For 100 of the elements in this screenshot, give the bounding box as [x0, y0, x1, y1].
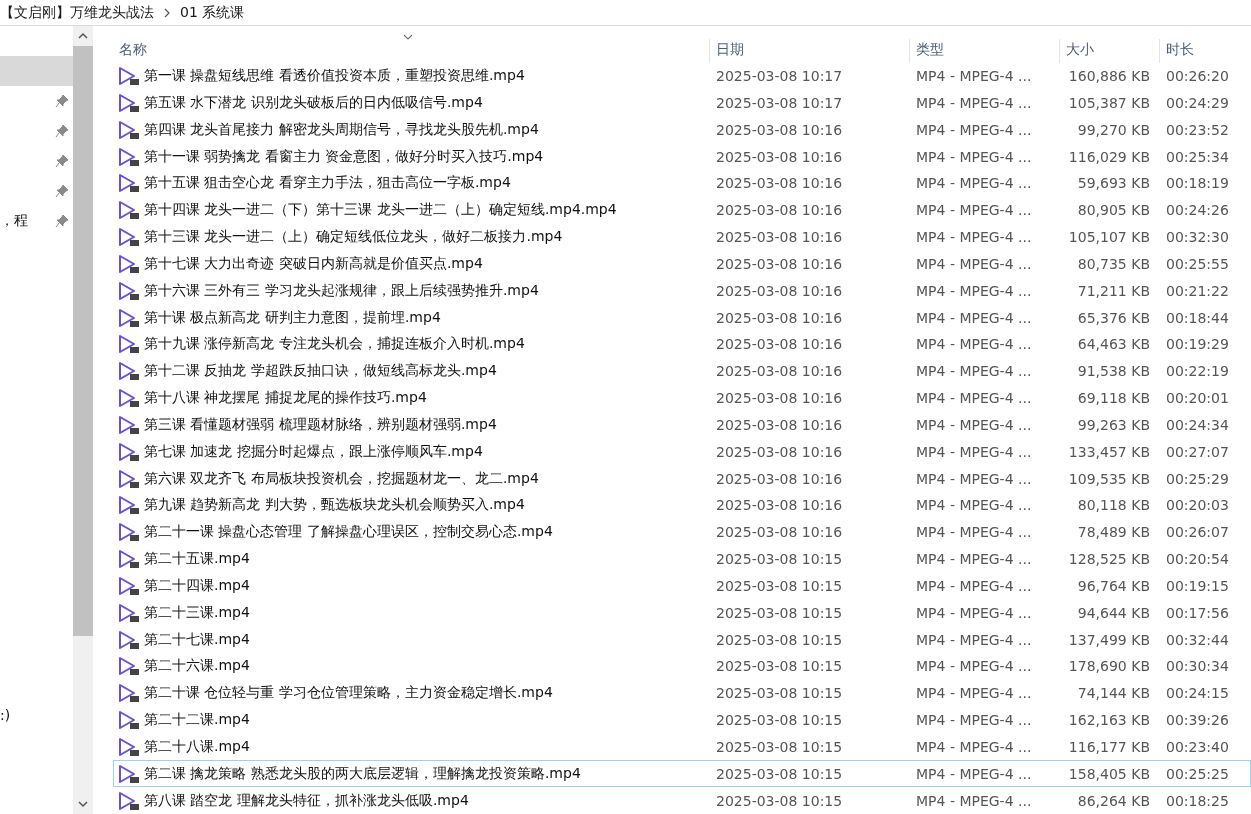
file-duration: 00:23:40 — [1165, 738, 1230, 755]
file-row[interactable]: 第二课 擒龙策略 熟悉龙头股的两大底层逻辑，理解擒龙投资策略.mp4 2025-03-08 10:15 MP4 - MPEG-4 ... 158,405 KB 00:25:25 — [113, 760, 1251, 788]
file-row[interactable]: 第二十七课.mp4 2025-03-08 10:15 MP4 - MPEG-4 ... 137,499 KB 00:32:44 — [113, 626, 1251, 653]
file-duration: 00:24:34 — [1165, 416, 1230, 433]
file-type: MP4 - MPEG-4 ... — [915, 497, 1033, 514]
column-header[interactable]: 大小 — [1059, 38, 1159, 63]
file-name: 第五课 水下潜龙 识别龙头破板后的日内低吸信号.mp4 — [144, 94, 483, 112]
file-row[interactable]: 第十二课 反抽龙 学超跌反抽口诀，做短线高标龙头.mp4 2025-03-08 10:16 MP4 - MPEG-4 ... 91,538 KB 00:22:19 — [113, 357, 1251, 385]
file-row[interactable]: 第九课 趋势新高龙 判大势，甄选板块龙头机会顺势买入.mp4 2025-03-08 10:16 MP4 - MPEG-4 ... 80,118 KB 00:20:03 — [113, 492, 1251, 519]
file-date: 2025-03-08 10:16 — [715, 175, 844, 192]
video-file-icon — [118, 307, 140, 328]
column-header[interactable]: 日期 — [709, 38, 909, 63]
file-name: 第一课 操盘短线思维 看透价值投资本质，重塑投资思维.mp4 — [144, 67, 525, 86]
video-file-icon — [118, 227, 140, 248]
video-file-icon — [118, 200, 140, 221]
file-row[interactable]: 第四课 龙头首尾接力 解密龙头周期信号，寻找龙头股先机.mp4 2025-03-08 10:16 MP4 - MPEG-4 ... 99,270 KB 00:23:52 — [113, 116, 1251, 144]
file-name: 第六课 双龙齐飞 布局板块投资机会，挖掘题材龙一、龙二.mp4 — [144, 469, 539, 488]
video-file-icon — [118, 66, 140, 87]
file-date: 2025-03-08 10:15 — [715, 631, 844, 648]
scroll-up-icon[interactable] — [78, 32, 88, 40]
scrollbar[interactable] — [73, 26, 93, 814]
file-duration: 00:17:56 — [1165, 604, 1230, 621]
file-duration: 00:25:55 — [1165, 255, 1230, 272]
file-size: 133,457 KB — [1067, 443, 1151, 460]
file-row[interactable]: 第二十三课.mp4 2025-03-08 10:15 MP4 - MPEG-4 ... 94,644 KB 00:17:56 — [113, 599, 1251, 627]
file-name: 第二十五课.mp4 — [144, 550, 250, 569]
video-file-icon — [118, 119, 140, 140]
scroll-down-icon[interactable] — [78, 800, 88, 808]
file-size: 178,690 KB — [1067, 658, 1151, 675]
file-row[interactable]: 第十三课 龙头一进二（上）确定短线低位龙头，做好二板接力.mp4 2025-03-08 10:16 MP4 - MPEG-4 ... 105,107 KB 00:32:30 — [113, 223, 1251, 251]
file-size: 116,029 KB — [1067, 148, 1151, 165]
file-row[interactable]: 第二十五课.mp4 2025-03-08 10:15 MP4 - MPEG-4 ... 128,525 KB 00:20:54 — [113, 545, 1251, 573]
video-file-icon — [118, 736, 140, 757]
breadcrumb-item[interactable]: 【文启刚】万维龙头战法 — [0, 3, 154, 22]
column-header[interactable]: 类型 — [909, 38, 1059, 63]
file-type: MP4 - MPEG-4 ... — [915, 336, 1033, 353]
column-header[interactable]: 名称 — [113, 38, 709, 63]
file-type: MP4 - MPEG-4 ... — [915, 390, 1033, 407]
video-file-icon — [118, 549, 140, 570]
nav-item-label[interactable]: :) — [0, 707, 11, 723]
file-type: MP4 - MPEG-4 ... — [915, 443, 1033, 460]
file-row[interactable]: 第十七课 大力出奇迹 突破日内新高就是价值买点.mp4 2025-03-08 10:16 MP4 - MPEG-4 ... 80,735 KB 00:25:55 — [113, 250, 1251, 278]
file-duration: 00:32:30 — [1165, 229, 1230, 246]
file-row[interactable]: 第二十六课.mp4 2025-03-08 10:15 MP4 - MPEG-4 ... 178,690 KB 00:30:34 — [113, 652, 1251, 680]
breadcrumb-item[interactable]: 01 系统课 — [180, 3, 245, 22]
file-row[interactable]: 第十五课 狙击空心龙 看穿主力手法，狙击高位一字板.mp4 2025-03-08 10:16 MP4 - MPEG-4 ... 59,693 KB 00:18:19 — [113, 170, 1251, 197]
file-duration: 00:18:25 — [1165, 792, 1230, 809]
file-row[interactable]: 第八课 踏空龙 理解龙头特征，抓补涨龙头低吸.mp4 2025-03-08 10:15 MP4 - MPEG-4 ... 86,264 KB 00:18:25 — [113, 787, 1251, 814]
video-file-icon — [118, 656, 140, 677]
file-date: 2025-03-08 10:16 — [715, 390, 844, 407]
file-row[interactable]: 第十四课 龙头一进二（下）第十三课 龙头一进二（上）确定短线.mp4.mp4 2025-03-08 10:16 MP4 - MPEG-4 ... 80,905 KB 00:24:26 — [113, 196, 1251, 224]
video-file-icon — [118, 146, 140, 167]
file-row[interactable]: 第六课 双龙齐飞 布局板块投资机会，挖掘题材龙一、龙二.mp4 2025-03-08 10:16 MP4 - MPEG-4 ... 109,535 KB 00:25:29 — [113, 465, 1251, 492]
file-type: MP4 - MPEG-4 ... — [915, 148, 1033, 165]
file-type: MP4 - MPEG-4 ... — [915, 551, 1033, 568]
file-row[interactable]: 第十九课 涨停新高龙 专注龙头机会，捕捉连板介入时机.mp4 2025-03-08 10:16 MP4 - MPEG-4 ... 64,463 KB 00:19:29 — [113, 331, 1251, 358]
file-duration: 00:18:19 — [1165, 175, 1230, 192]
file-date: 2025-03-08 10:16 — [715, 470, 844, 487]
file-size: 69,118 KB — [1076, 390, 1151, 407]
file-row[interactable]: 第十一课 弱势擒龙 看窗主力 资金意图，做好分时买入技巧.mp4 2025-03-08 10:16 MP4 - MPEG-4 ... 116,029 KB 00:25:34 — [113, 143, 1251, 171]
file-row[interactable]: 第三课 看懂题材强弱 梳理题材脉络，辨别题材强弱.mp4 2025-03-08 10:16 MP4 - MPEG-4 ... 99,263 KB 00:24:34 — [113, 411, 1251, 439]
file-size: 65,376 KB — [1076, 309, 1151, 326]
file-row[interactable]: 第七课 加速龙 挖掘分时起爆点，跟上涨停顺风车.mp4 2025-03-08 10:16 MP4 - MPEG-4 ... 133,457 KB 00:27:07 — [113, 438, 1251, 466]
file-row[interactable]: 第二十一课 操盘心态管理 了解操盘心理误区，控制交易心态.mp4 2025-03-08 10:16 MP4 - MPEG-4 ... 78,489 KB 00:26:07 — [113, 518, 1251, 546]
file-size: 105,107 KB — [1067, 229, 1151, 246]
file-name: 第十九课 涨停新高龙 专注龙头机会，捕捉连板介入时机.mp4 — [144, 335, 525, 354]
file-row[interactable]: 第二十二课.mp4 2025-03-08 10:15 MP4 - MPEG-4 ... 162,163 KB 00:39:26 — [113, 706, 1251, 734]
nav-item[interactable]: :) — [0, 701, 73, 731]
file-name: 第十六课 三外有三 学习龙头起涨规律，跟上后续强势推升.mp4 — [144, 281, 539, 300]
file-row[interactable]: 第二十四课.mp4 2025-03-08 10:15 MP4 - MPEG-4 ... 96,764 KB 00:19:15 — [113, 572, 1251, 600]
file-name: 第二十六课.mp4 — [144, 657, 250, 676]
file-duration: 00:19:29 — [1165, 336, 1230, 353]
scrollbar-thumb[interactable] — [73, 46, 93, 636]
video-file-icon — [118, 173, 140, 194]
file-row[interactable]: 第五课 水下潜龙 识别龙头破板后的日内低吸信号.mp4 2025-03-08 10:17 MP4 - MPEG-4 ... 105,387 KB 00:24:29 — [113, 89, 1251, 117]
file-size: 160,886 KB — [1067, 68, 1151, 85]
nav-item-label[interactable]: ，程 — [0, 212, 28, 230]
video-file-icon — [118, 388, 140, 409]
file-date: 2025-03-08 10:16 — [715, 416, 844, 433]
file-name: 第二十八课.mp4 — [144, 737, 250, 756]
file-date: 2025-03-08 10:15 — [715, 765, 844, 782]
file-row[interactable]: 第十六课 三外有三 学习龙头起涨规律，跟上后续强势推升.mp4 2025-03-08 10:16 MP4 - MPEG-4 ... 71,211 KB 00:21:22 — [113, 277, 1251, 305]
file-row[interactable]: 第一课 操盘短线思维 看透价值投资本质，重塑投资思维.mp4 2025-03-08 10:17 MP4 - MPEG-4 ... 160,886 KB 00:26:20 — [113, 62, 1251, 90]
file-row[interactable]: 第十课 极点新高龙 研判主力意图，提前埋.mp4 2025-03-08 10:16 MP4 - MPEG-4 ... 65,376 KB 00:18:44 — [113, 304, 1251, 332]
video-file-icon — [118, 763, 140, 784]
file-name: 第十七课 大力出奇迹 突破日内新高就是价值买点.mp4 — [144, 254, 483, 273]
file-row[interactable]: 第二十八课.mp4 2025-03-08 10:15 MP4 - MPEG-4 ... 116,177 KB 00:23:40 — [113, 733, 1251, 761]
file-row[interactable]: 第十八课 神龙摆尾 捕捉龙尾的操作技巧.mp4 2025-03-08 10:16 MP4 - MPEG-4 ... 69,118 KB 00:20:01 — [113, 384, 1251, 412]
nav-item[interactable]: ，程 — [0, 206, 73, 236]
column-header[interactable]: 时长 — [1159, 38, 1249, 63]
file-type: MP4 - MPEG-4 ... — [915, 631, 1033, 648]
file-size: 80,735 KB — [1076, 255, 1151, 272]
file-row[interactable]: 第二十课 仓位轻与重 学习仓位管理策略，主力资金稳定增长.mp4 2025-03-08 10:15 MP4 - MPEG-4 ... 74,144 KB 00:24:15 — [113, 679, 1251, 707]
file-type: MP4 - MPEG-4 ... — [915, 68, 1033, 85]
file-type: MP4 - MPEG-4 ... — [915, 577, 1033, 594]
video-file-icon — [118, 710, 140, 731]
file-date: 2025-03-08 10:16 — [715, 121, 844, 138]
file-date: 2025-03-08 10:16 — [715, 255, 844, 272]
file-duration: 00:24:29 — [1165, 95, 1230, 111]
file-duration: 00:23:52 — [1165, 121, 1230, 138]
